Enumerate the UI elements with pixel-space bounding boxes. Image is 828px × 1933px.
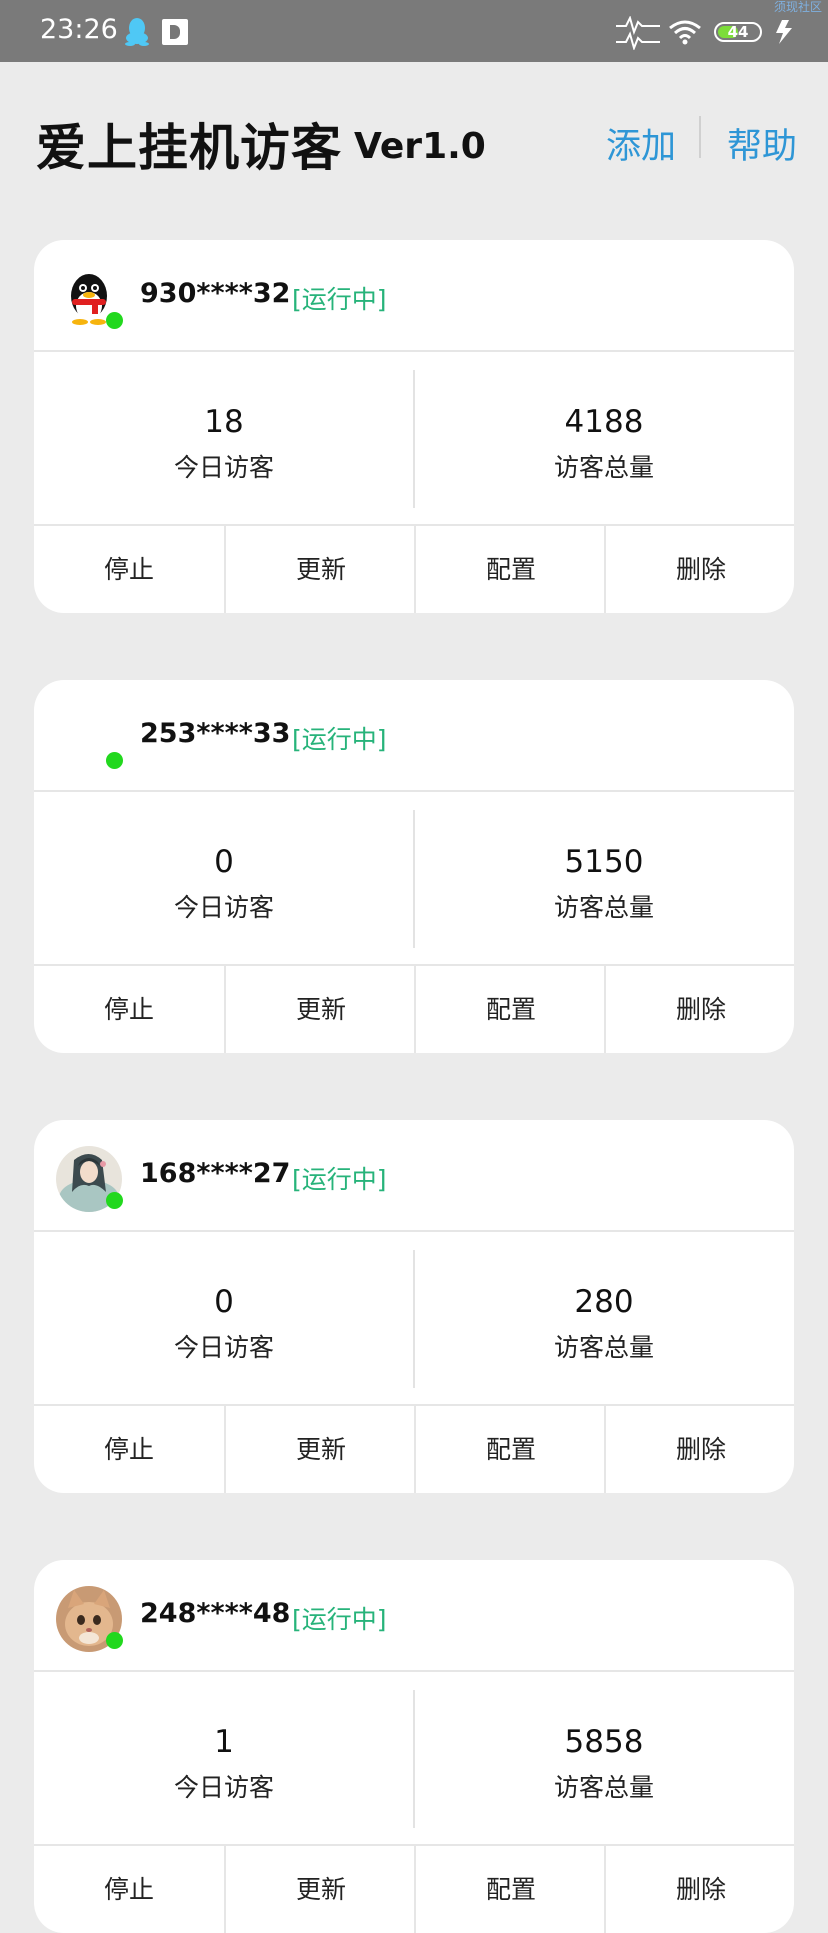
today-visitors-value: 0: [214, 1284, 234, 1320]
total-visitors-label: 访客总量: [553, 893, 654, 922]
today-visitors-label: 今日访客: [173, 1333, 274, 1362]
add-button[interactable]: 添加: [606, 118, 676, 169]
total-visitors: 5858 访客总量: [414, 1672, 794, 1844]
account-id: 253****33: [140, 718, 291, 749]
online-indicator: [106, 1192, 123, 1209]
delete-button[interactable]: 删除: [604, 1846, 794, 1933]
total-visitors-value: 5150: [564, 844, 644, 880]
config-button[interactable]: 配置: [414, 526, 606, 613]
stop-button[interactable]: 停止: [34, 1846, 224, 1933]
corner-watermark: 须现社区: [773, 0, 822, 14]
total-visitors-value: 280: [574, 1284, 634, 1320]
total-visitors-value: 4188: [564, 404, 644, 440]
stop-button[interactable]: 停止: [34, 1406, 224, 1493]
total-visitors-value: 5858: [564, 1724, 644, 1760]
total-visitors: 4188 访客总量: [414, 352, 794, 524]
status-badge: [运行中]: [292, 725, 387, 754]
total-visitors-label: 访客总量: [553, 453, 654, 482]
total-visitors-label: 访客总量: [553, 1333, 654, 1362]
today-visitors: 0 今日访客: [34, 1232, 414, 1404]
total-visitors-label: 访客总量: [553, 1773, 654, 1802]
delete-button[interactable]: 删除: [604, 526, 794, 613]
total-visitors: 5150 访客总量: [414, 792, 794, 964]
config-button[interactable]: 配置: [414, 1406, 606, 1493]
stop-button[interactable]: 停止: [34, 526, 224, 613]
stats-row: 0 今日访客 5150 访客总量: [34, 792, 794, 966]
status-bar: 23:26 44 须现社区: [0, 0, 828, 62]
battery-level: 44: [727, 23, 749, 41]
stats-row: 1 今日访客 5858 访客总量: [34, 1672, 794, 1846]
stop-button[interactable]: 停止: [34, 966, 224, 1053]
online-indicator: [106, 752, 123, 769]
today-visitors-value: 18: [204, 404, 244, 440]
card-actions: 停止 更新 配置 删除: [34, 966, 794, 1053]
card-header: 248****48 [运行中]: [34, 1560, 794, 1672]
config-button[interactable]: 配置: [414, 966, 606, 1053]
status-time: 23:26: [40, 14, 118, 45]
update-button[interactable]: 更新: [224, 966, 416, 1053]
charging-icon: [776, 20, 792, 44]
account-card: 253****33 [运行中] 0 今日访客 5150 访客总量 停止 更新 配…: [34, 680, 794, 1053]
qq-icon: [125, 18, 149, 46]
update-button[interactable]: 更新: [224, 1406, 416, 1493]
today-visitors-label: 今日访客: [173, 1773, 274, 1802]
status-badge: [运行中]: [292, 285, 387, 314]
update-button[interactable]: 更新: [224, 1846, 416, 1933]
total-visitors: 280 访客总量: [414, 1232, 794, 1404]
account-card: 930****32 [运行中] 18 今日访客 4188 访客总量 停止 更新 …: [34, 240, 794, 613]
delete-button[interactable]: 删除: [604, 1406, 794, 1493]
card-header: 253****33 [运行中]: [34, 680, 794, 792]
card-actions: 停止 更新 配置 删除: [34, 526, 794, 613]
signal-icon: [616, 16, 660, 50]
today-visitors: 0 今日访客: [34, 792, 414, 964]
app-icon: [162, 19, 188, 45]
battery-icon: 44: [714, 22, 762, 42]
today-visitors: 18 今日访客: [34, 352, 414, 524]
page-title: 爱上挂机访客: [36, 119, 342, 177]
update-button[interactable]: 更新: [224, 526, 416, 613]
wifi-icon: [669, 20, 701, 45]
config-button[interactable]: 配置: [414, 1846, 606, 1933]
help-button[interactable]: 帮助: [727, 118, 797, 169]
account-id: 930****32: [140, 278, 291, 309]
card-actions: 停止 更新 配置 删除: [34, 1846, 794, 1933]
status-badge: [运行中]: [292, 1165, 387, 1194]
app-version: Ver1.0: [354, 126, 486, 167]
stats-row: 18 今日访客 4188 访客总量: [34, 352, 794, 526]
header-divider: [699, 116, 701, 158]
account-card: 248****48 [运行中] 1 今日访客 5858 访客总量 停止 更新 配…: [34, 1560, 794, 1933]
card-header: 168****27 [运行中]: [34, 1120, 794, 1232]
account-id: 168****27: [140, 1158, 291, 1189]
today-visitors-value: 0: [214, 844, 234, 880]
status-badge: [运行中]: [292, 1605, 387, 1634]
online-indicator: [106, 1632, 123, 1649]
card-actions: 停止 更新 配置 删除: [34, 1406, 794, 1493]
today-visitors-label: 今日访客: [173, 893, 274, 922]
account-id: 248****48: [140, 1598, 291, 1629]
card-header: 930****32 [运行中]: [34, 240, 794, 352]
delete-button[interactable]: 删除: [604, 966, 794, 1053]
today-visitors: 1 今日访客: [34, 1672, 414, 1844]
today-visitors-label: 今日访客: [173, 453, 274, 482]
today-visitors-value: 1: [214, 1724, 234, 1760]
online-indicator: [106, 312, 123, 329]
account-card: 168****27 [运行中] 0 今日访客 280 访客总量 停止 更新 配置…: [34, 1120, 794, 1493]
stats-row: 0 今日访客 280 访客总量: [34, 1232, 794, 1406]
